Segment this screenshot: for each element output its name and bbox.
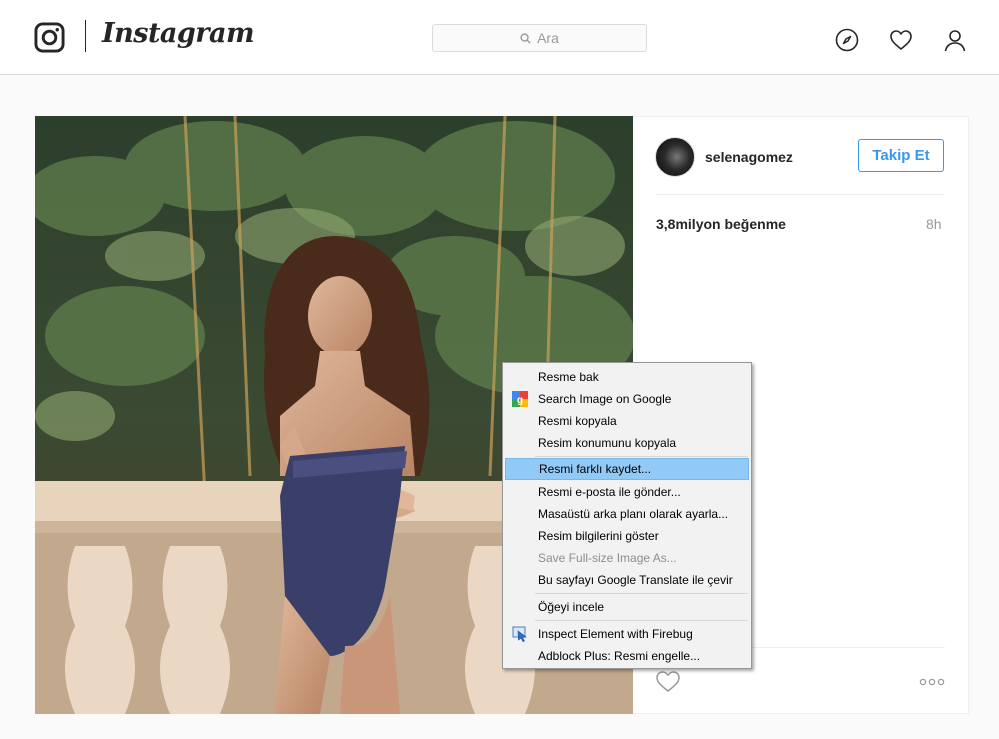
menu-item-label: Resmi kopyala	[538, 414, 617, 428]
menu-item-inspect-element[interactable]: Öğeyi incele	[505, 596, 749, 618]
menu-item-view-image[interactable]: Resme bak	[505, 366, 749, 388]
avatar[interactable]	[655, 137, 695, 177]
menu-item-label: Resim konumunu kopyala	[538, 436, 677, 450]
activity-heart-icon[interactable]	[889, 28, 913, 52]
explore-compass-icon[interactable]	[835, 28, 859, 52]
follow-button[interactable]: Takip Et	[858, 139, 944, 172]
menu-item-label: Resme bak	[538, 370, 599, 384]
instagram-camera-icon[interactable]	[34, 22, 65, 53]
search-icon	[520, 32, 531, 44]
menu-item-label: Search Image on Google	[538, 392, 672, 406]
menu-item-search-google[interactable]: g Search Image on Google	[505, 388, 749, 410]
more-options-icon[interactable]	[919, 675, 945, 689]
menu-item-view-image-info[interactable]: Resim bilgilerini göster	[505, 525, 749, 547]
menu-item-label: Resmi e-posta ile gönder...	[538, 485, 681, 499]
context-menu: Resme bak g Search Image on Google Resmi…	[502, 362, 752, 669]
menu-item-label: Masaüstü arka planı olarak ayarla...	[538, 507, 729, 521]
menu-item-email-image[interactable]: Resmi e-posta ile gönder...	[505, 481, 749, 503]
logo-divider	[85, 20, 86, 52]
search-input[interactable]: Ara	[432, 24, 647, 52]
menu-item-label: Adblock Plus: Resmi engelle...	[538, 649, 701, 663]
menu-item-label: Save Full-size Image As...	[538, 551, 677, 565]
menu-item-set-desktop-background[interactable]: Masaüstü arka planı olarak ayarla...	[505, 503, 749, 525]
like-heart-icon[interactable]	[655, 669, 681, 693]
menu-separator	[535, 456, 748, 457]
menu-item-label: Resim bilgilerini göster	[538, 529, 659, 543]
menu-item-label: Resmi farklı kaydet...	[539, 462, 652, 476]
top-nav-bar: Instagram Ara	[0, 0, 999, 75]
like-count[interactable]: 3,8milyon beğenme	[656, 216, 786, 232]
menu-item-google-translate[interactable]: Bu sayfayı Google Translate ile çevir	[505, 569, 749, 591]
instagram-wordmark[interactable]: Instagram	[102, 18, 255, 49]
profile-user-icon[interactable]	[943, 28, 967, 52]
svg-text:g: g	[517, 395, 523, 406]
menu-item-label: Öğeyi incele	[538, 600, 605, 614]
menu-separator	[535, 593, 748, 594]
menu-item-save-full-size: Save Full-size Image As...	[505, 547, 749, 569]
menu-item-inspect-firebug[interactable]: Inspect Element with Firebug	[505, 623, 749, 645]
menu-item-save-image-as[interactable]: Resmi farklı kaydet...	[505, 458, 749, 480]
menu-item-adblock-block-image[interactable]: Adblock Plus: Resmi engelle...	[505, 645, 749, 667]
menu-separator	[535, 620, 748, 621]
menu-item-label: Inspect Element with Firebug	[538, 627, 693, 641]
menu-item-copy-image-location[interactable]: Resim konumunu kopyala	[505, 432, 749, 454]
post-username[interactable]: selenagomez	[705, 149, 793, 165]
header-divider	[655, 194, 945, 195]
post-timestamp: 8h	[926, 216, 942, 232]
firebug-icon	[512, 626, 527, 642]
search-placeholder: Ara	[537, 30, 559, 46]
menu-item-label: Bu sayfayı Google Translate ile çevir	[538, 573, 733, 587]
google-icon: g	[512, 391, 528, 407]
menu-item-copy-image[interactable]: Resmi kopyala	[505, 410, 749, 432]
